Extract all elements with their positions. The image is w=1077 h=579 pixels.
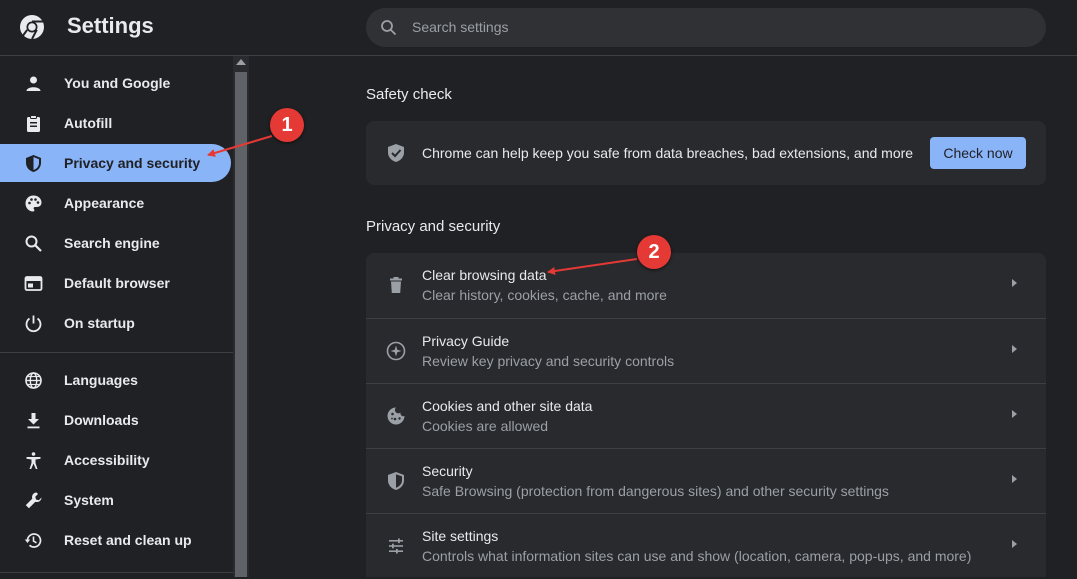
- annotation-arrow-2: [547, 258, 638, 275]
- annotation-arrows: [207, 135, 638, 275]
- annotation-marker-1: 1: [270, 108, 304, 142]
- annotation-arrow-1: [207, 135, 273, 157]
- annotation-marker-2: 2: [637, 235, 671, 269]
